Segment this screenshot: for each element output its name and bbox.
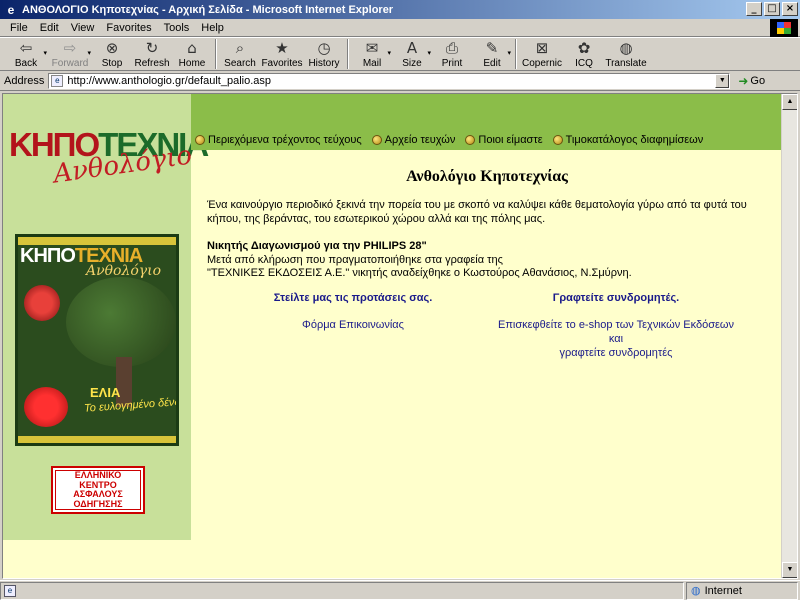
address-bar: Address e http://www.anthologio.gr/defau… <box>0 71 800 91</box>
menu-edit[interactable]: Edit <box>34 22 65 34</box>
forward-button[interactable]: ⇨ Forward ▾ <box>48 38 92 70</box>
windows-flag-icon <box>777 22 791 34</box>
back-button[interactable]: ⇦ Back ▾ <box>4 38 48 70</box>
size-button[interactable]: A Size ▾ <box>392 38 432 70</box>
close-button[interactable]: × <box>782 2 798 16</box>
go-arrow-icon: ➜ <box>738 73 749 88</box>
status-main: e <box>0 581 684 600</box>
windows-logo <box>770 19 798 37</box>
forward-arrow-icon: ⇨ <box>63 39 77 57</box>
toolbar: ⇦ Back ▾ ⇨ Forward ▾ ⊗ Stop ↻ Refresh ⌂ Home ⌕ S… <box>0 37 800 71</box>
site-nav: Περιεχόμενα τρέχοντος τεύχους Αρχείο τευ… <box>195 134 703 146</box>
page-title: Ανθολόγιο Κηποτεχνίας <box>406 168 568 185</box>
maximize-button[interactable]: □ <box>764 2 780 16</box>
status-bar: e ◍ Internet <box>0 580 800 600</box>
globe-icon: ◍ <box>619 39 633 57</box>
edit-dropdown-icon[interactable]: ▾ <box>507 49 511 57</box>
favorites-button[interactable]: ★ Favorites <box>260 38 304 70</box>
mail-button[interactable]: ✉ Mail ▾ <box>352 38 392 70</box>
flower-illustration <box>24 285 60 321</box>
toolbar-separator <box>515 39 517 69</box>
translate-button[interactable]: ◍ Translate <box>604 38 648 70</box>
history-button[interactable]: ◷ History <box>304 38 344 70</box>
window-controls: _ □ × <box>746 2 798 16</box>
menu-view[interactable]: View <box>65 22 101 34</box>
edit-page-icon: ✎ <box>485 39 499 57</box>
search-icon: ⌕ <box>235 39 245 57</box>
address-input[interactable]: e http://www.anthologio.gr/default_palio… <box>48 72 731 89</box>
tree-illustration <box>66 277 176 367</box>
contest-text: Μετά από κλήρωση που πραγματοποιήθηκε στ… <box>207 254 632 279</box>
menu-bar: File Edit View Favorites Tools Help <box>0 19 800 37</box>
title-bar: e ΑΝΘΟΛΟΓΙΟ Κηποτεχνίας - Αρχική Σελίδα … <box>0 0 800 19</box>
suggestions-heading: Στείλτε μας τις προτάσεις σας. <box>273 292 433 304</box>
back-dropdown-icon[interactable]: ▾ <box>43 49 47 57</box>
intro-text: Ένα καινούργιο περιοδικό ξεκινά την πορε… <box>207 199 747 225</box>
menu-help[interactable]: Help <box>195 22 230 34</box>
mail-icon: ✉ <box>365 39 379 57</box>
globe-icon: ◍ <box>691 584 701 597</box>
menu-tools[interactable]: Tools <box>158 22 196 34</box>
contact-form-link[interactable]: Φόρμα Επικοινωνίας <box>253 318 453 332</box>
size-dropdown-icon[interactable]: ▾ <box>427 49 431 57</box>
subscribe-block: Γραφτείτε συνδρομητές. Επισκεφθείτε το e… <box>491 292 741 360</box>
text-size-icon: A <box>406 39 418 57</box>
back-arrow-icon: ⇦ <box>19 39 33 57</box>
forward-dropdown-icon[interactable]: ▾ <box>87 49 91 57</box>
safe-driving-badge[interactable]: ΕΛΛΗΝΙΚΟ ΚΕΝΤΡΟ ΑΣΦΑΛΟΥΣ ΟΔΗΓΗΣΗΣ <box>51 466 145 514</box>
window-title: ΑΝΘΟΛΟΓΙΟ Κηποτεχνίας - Αρχική Σελίδα - … <box>22 3 394 16</box>
nav-archive[interactable]: Αρχείο τευχών <box>371 134 455 146</box>
printer-icon: ⎙ <box>445 39 458 57</box>
address-url[interactable]: http://www.anthologio.gr/default_palio.a… <box>67 75 271 87</box>
toolbar-separator <box>215 39 217 69</box>
browser-viewport: ΚΗΠΟΤΕΧΝΙΑ Ανθολόγιο ΚΗΠΟΤΕΧΝΙΑ Ανθολόγι… <box>2 93 798 579</box>
copernic-icon: ⊠ <box>535 39 549 57</box>
scroll-up-button[interactable]: ▲ <box>782 94 797 110</box>
icq-button[interactable]: ✿ ICQ <box>564 38 604 70</box>
web-page: ΚΗΠΟΤΕΧΝΙΑ Ανθολόγιο ΚΗΠΟΤΕΧΝΙΑ Ανθολόγι… <box>3 94 783 578</box>
ie-icon: e <box>7 2 15 17</box>
left-column: ΚΗΠΟΤΕΧΝΙΑ Ανθολόγιο ΚΗΠΟΤΕΧΝΙΑ Ανθολόγι… <box>3 94 209 540</box>
bullet-icon <box>552 135 563 145</box>
bullet-icon <box>465 135 476 145</box>
edit-button[interactable]: ✎ Edit ▾ <box>472 38 512 70</box>
bullet-icon <box>371 135 382 145</box>
security-zone: ◍ Internet <box>686 581 798 600</box>
history-icon: ◷ <box>317 39 331 57</box>
menu-file[interactable]: File <box>4 22 34 34</box>
page-icon: e <box>51 74 64 87</box>
nav-ad-prices[interactable]: Τιμοκατάλογος διαφημίσεων <box>552 134 703 146</box>
print-button[interactable]: ⎙ Print <box>432 38 472 70</box>
vertical-scrollbar[interactable]: ▲ ▼ <box>781 94 797 578</box>
site-logo[interactable]: ΚΗΠΟΤΕΧΝΙΑ Ανθολόγιο <box>9 128 209 190</box>
stop-button[interactable]: ⊗ Stop <box>92 38 132 70</box>
favorites-folder-icon: ★ <box>275 39 289 57</box>
nav-current-issue[interactable]: Περιεχόμενα τρέχοντος τεύχους <box>195 134 362 146</box>
search-button[interactable]: ⌕ Search <box>220 38 260 70</box>
suggestions-block: Στείλτε μας τις προτάσεις σας. Φόρμα Επι… <box>253 292 453 332</box>
icq-flower-icon: ✿ <box>577 39 591 57</box>
stop-icon: ⊗ <box>105 39 119 57</box>
refresh-button[interactable]: ↻ Refresh <box>132 38 172 70</box>
menu-favorites[interactable]: Favorites <box>100 22 157 34</box>
home-icon: ⌂ <box>187 39 197 57</box>
refresh-icon: ↻ <box>145 39 159 57</box>
toolbar-separator <box>347 39 349 69</box>
subscribe-heading: Γραφτείτε συνδρομητές. <box>552 292 680 304</box>
bullet-icon <box>195 135 205 145</box>
address-dropdown-button[interactable]: ▼ <box>715 73 730 88</box>
mail-dropdown-icon[interactable]: ▾ <box>387 49 391 57</box>
scroll-down-button[interactable]: ▼ <box>782 562 797 578</box>
poinsettia-illustration <box>24 387 68 427</box>
copernic-button[interactable]: ⊠ Copernic <box>520 38 564 70</box>
go-button[interactable]: ➜ Go <box>738 74 765 88</box>
home-button[interactable]: ⌂ Home <box>172 38 212 70</box>
contest-heading: Νικητής Διαγωνισμού για την PHILIPS 28" <box>207 240 427 252</box>
page-status-icon: e <box>4 584 16 597</box>
eshop-link[interactable]: Επισκεφθείτε το e-shop των Τεχνικών Εκδό… <box>491 318 741 360</box>
address-label: Address <box>4 74 45 87</box>
minimize-button[interactable]: _ <box>746 2 762 16</box>
nav-about[interactable]: Ποιοι είμαστε <box>465 134 543 146</box>
magazine-cover-image[interactable]: ΚΗΠΟΤΕΧΝΙΑ Ανθολόγιο ΕΛΙΑ Το ευλογημένο … <box>15 234 179 446</box>
